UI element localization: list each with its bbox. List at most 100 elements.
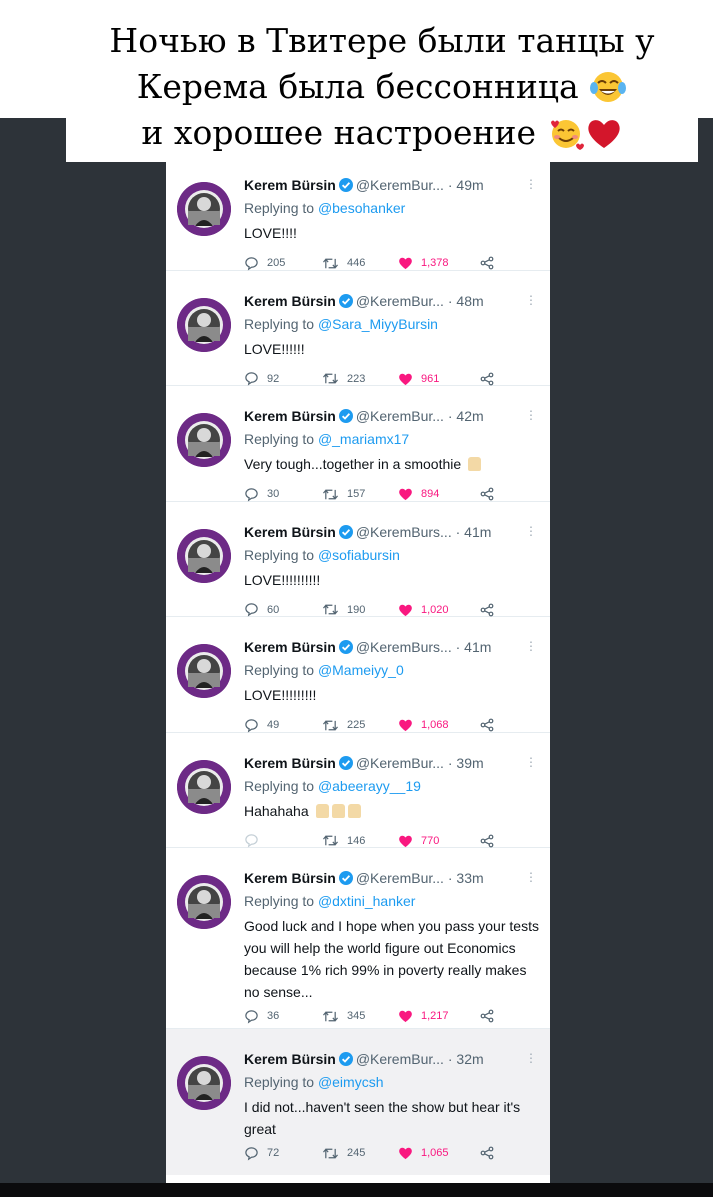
tweet[interactable]: Kerem Bürsin @KeremBur... · 32m ⋮ Replyin… bbox=[166, 1029, 550, 1175]
tweet[interactable]: Kerem Bürsin @KeremBurs... · 41m ⋮ Replyi… bbox=[166, 502, 550, 617]
reply-target-link[interactable]: @abeerayy__19 bbox=[318, 778, 421, 794]
more-options-icon[interactable]: ⋮ bbox=[525, 293, 537, 307]
author-name[interactable]: Kerem Bürsin bbox=[244, 1051, 336, 1067]
reply-target-link[interactable]: @dxtini_hanker bbox=[318, 893, 416, 909]
reply-target-link[interactable]: @eimycsh bbox=[318, 1074, 384, 1090]
retweet-count: 223 bbox=[347, 372, 366, 385]
reply-button[interactable]: 72 bbox=[244, 1143, 279, 1163]
tweet[interactable]: Kerem Bürsin @KeremBurs... · 41m ⋮ Replyi… bbox=[166, 617, 550, 733]
reply-target-link[interactable]: @_mariamx17 bbox=[318, 431, 409, 447]
retweet-icon bbox=[323, 488, 338, 500]
author-handle[interactable]: @KeremBur... bbox=[356, 870, 444, 886]
tweet[interactable]: Kerem Bürsin @KeremBur... · 42m ⋮ Replyin… bbox=[166, 386, 550, 502]
author-handle[interactable]: @KeremBur... bbox=[356, 408, 444, 424]
reply-target-link[interactable]: @Mameiyy_0 bbox=[318, 662, 404, 678]
avatar[interactable] bbox=[177, 528, 231, 583]
like-count: 770 bbox=[421, 834, 440, 847]
heart-icon bbox=[399, 604, 412, 616]
avatar[interactable] bbox=[177, 1056, 231, 1110]
author-name[interactable]: Kerem Bürsin bbox=[244, 177, 336, 193]
reply-count: 30 bbox=[267, 488, 280, 500]
reply-button[interactable]: 36 bbox=[244, 1006, 279, 1026]
like-count: 1,378 bbox=[421, 257, 449, 269]
more-options-icon[interactable]: ⋮ bbox=[525, 177, 537, 191]
author-handle[interactable]: @KeremBur... bbox=[356, 755, 444, 771]
reply-icon bbox=[245, 603, 258, 617]
avatar[interactable] bbox=[177, 297, 231, 352]
separator-dot: · bbox=[447, 177, 453, 193]
like-button[interactable]: 1,217 bbox=[398, 1006, 449, 1026]
reply-target-link[interactable]: @Sara_MiyyBursin bbox=[318, 316, 438, 332]
more-options-icon[interactable]: ⋮ bbox=[525, 524, 537, 538]
tweet[interactable]: Kerem Bürsin @KeremBur... · 39m ⋮ Replyin… bbox=[166, 733, 550, 848]
tweet[interactable]: Kerem Bürsin @KeremBur... · 49m ⋮ Replyin… bbox=[166, 155, 550, 271]
replying-to-label: Replying to bbox=[244, 431, 315, 447]
author-handle[interactable]: @KeremBurs... bbox=[356, 524, 452, 540]
more-options-icon[interactable]: ⋮ bbox=[525, 1051, 537, 1065]
avatar[interactable] bbox=[177, 413, 231, 467]
heart-icon bbox=[399, 719, 412, 732]
heart-icon bbox=[399, 1010, 412, 1023]
author-name[interactable]: Kerem Bürsin bbox=[244, 408, 336, 424]
heart-icon bbox=[399, 373, 412, 385]
tweet[interactable]: Kerem Bürsin @KeremBur... · 33m ⋮ Replyin… bbox=[166, 848, 550, 1029]
tweet-time[interactable]: 32m bbox=[456, 1051, 483, 1067]
share-icon bbox=[480, 1146, 494, 1160]
tweet-time[interactable]: 39m bbox=[456, 755, 483, 771]
caption-line-1: Ночью в Твитере были танцы у bbox=[109, 21, 655, 60]
tweet[interactable]: Kerem Bürsin @KeremBur... · 48m ⋮ Replyin… bbox=[166, 271, 550, 386]
reply-count: 72 bbox=[267, 1147, 280, 1159]
author-handle[interactable]: @KeremBur... bbox=[356, 1051, 444, 1067]
separator-dot: · bbox=[455, 523, 461, 540]
author-name[interactable]: Kerem Bürsin bbox=[244, 639, 336, 655]
tweet-text: LOVE!!!! bbox=[244, 225, 297, 241]
tweet-time[interactable]: 33m bbox=[456, 870, 483, 886]
author-name[interactable]: Kerem Bürsin bbox=[244, 524, 336, 540]
separator-dot: · bbox=[447, 870, 453, 886]
reply-icon bbox=[245, 372, 258, 386]
heart-icon bbox=[399, 1147, 412, 1160]
retweet-button[interactable]: 245 bbox=[322, 1143, 365, 1163]
like-button[interactable]: 1,065 bbox=[398, 1143, 449, 1163]
author-handle[interactable]: @KeremBurs... bbox=[356, 639, 452, 655]
author-name[interactable]: Kerem Bürsin bbox=[244, 755, 336, 771]
avatar[interactable] bbox=[177, 875, 231, 929]
reply-target-link[interactable]: @sofiabursin bbox=[318, 547, 400, 563]
more-options-icon[interactable]: ⋮ bbox=[525, 870, 537, 884]
reply-count: 92 bbox=[267, 372, 280, 385]
retweet-icon bbox=[323, 1010, 338, 1022]
reply-target-link[interactable]: @besohanker bbox=[318, 200, 405, 216]
author-handle[interactable]: @KeremBur... bbox=[356, 293, 444, 309]
retweet-count: 345 bbox=[347, 1010, 366, 1022]
author-name[interactable]: Kerem Bürsin bbox=[244, 293, 336, 309]
avatar[interactable] bbox=[177, 644, 231, 698]
tweet-time[interactable]: 48m bbox=[456, 293, 483, 309]
share-button[interactable] bbox=[480, 1143, 502, 1163]
reply-icon bbox=[245, 834, 258, 848]
reply-count: 60 bbox=[267, 603, 280, 616]
share-button[interactable] bbox=[480, 1006, 502, 1026]
tweet-time[interactable]: 42m bbox=[456, 408, 483, 424]
caption-line-2-text: Керема была бессонница bbox=[136, 67, 579, 106]
retweet-button[interactable]: 345 bbox=[322, 1006, 365, 1026]
more-options-icon[interactable]: ⋮ bbox=[525, 755, 537, 769]
thumbs-up-emoji bbox=[347, 803, 361, 818]
tweet-time[interactable]: 41m bbox=[464, 524, 491, 540]
reply-count: 49 bbox=[267, 719, 280, 731]
reply-context: Replying to @sofiabursin bbox=[244, 547, 400, 563]
reply-icon bbox=[245, 718, 258, 732]
tweet-feed[interactable]: Kerem Bürsin @KeremBur... · 49m ⋮ Replyin… bbox=[166, 155, 550, 1185]
tweet-time[interactable]: 49m bbox=[456, 177, 483, 193]
author-handle[interactable]: @KeremBur... bbox=[356, 177, 444, 193]
tweet-time[interactable]: 41m bbox=[464, 639, 491, 655]
smiling-face-with-hearts-emoji bbox=[550, 120, 584, 150]
more-options-icon[interactable]: ⋮ bbox=[525, 639, 537, 653]
author-name[interactable]: Kerem Bürsin bbox=[244, 870, 336, 886]
tweet-text: Good luck and I hope when you pass your … bbox=[244, 918, 539, 1000]
share-icon bbox=[480, 372, 494, 385]
share-icon bbox=[480, 487, 494, 501]
avatar[interactable] bbox=[177, 759, 231, 814]
avatar[interactable] bbox=[177, 182, 231, 236]
tweet-text-body: Hahahaha bbox=[244, 802, 309, 819]
more-options-icon[interactable]: ⋮ bbox=[525, 408, 537, 422]
